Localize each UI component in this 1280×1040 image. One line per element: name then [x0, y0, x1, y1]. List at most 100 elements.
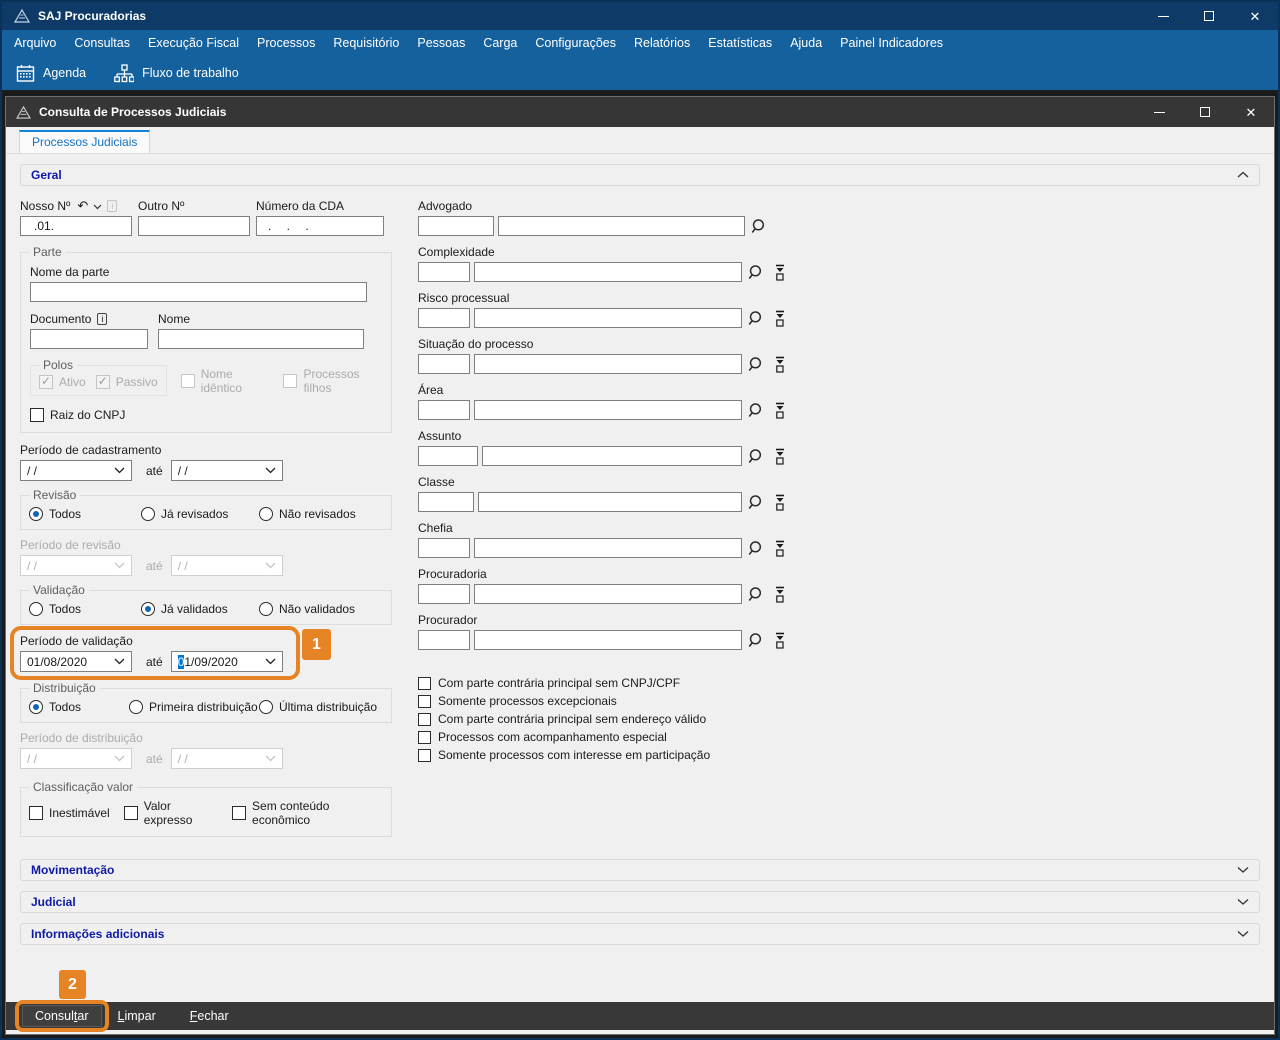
section-movimentacao-header[interactable]: Movimentação — [20, 859, 1260, 881]
nome-da-parte-input[interactable] — [30, 282, 367, 302]
assunto-code-input[interactable] — [418, 446, 478, 466]
raiz-cnpj-checkbox[interactable]: Raiz do CNPJ — [30, 408, 382, 422]
classe-code-input[interactable] — [418, 492, 474, 512]
sem-cnpj-cpf-checkbox-box[interactable] — [418, 677, 431, 690]
risco-code-input[interactable] — [418, 308, 470, 328]
pick-from-list-icon[interactable] — [770, 586, 790, 603]
menu-item-painel-indicadores[interactable]: Painel Indicadores — [831, 36, 952, 50]
menu-item-arquivo[interactable]: Arquivo — [5, 36, 65, 50]
sem-conteudo-economico-checkbox[interactable]: Sem conteúdo econômico — [232, 799, 383, 827]
validacao-nao-radio[interactable]: Não validados — [259, 602, 355, 616]
chevron-down-icon[interactable] — [93, 199, 102, 213]
consulta-minimize-button[interactable] — [1136, 97, 1182, 127]
menu-item-pessoas[interactable]: Pessoas — [408, 36, 474, 50]
situacao-code-input[interactable] — [418, 354, 470, 374]
menu-item-requisitorio[interactable]: Requisitório — [324, 36, 408, 50]
assunto-name-input[interactable] — [482, 446, 742, 466]
revisao-nao-radio[interactable]: Não revisados — [259, 507, 356, 521]
validacao-nao-radio-circle[interactable] — [259, 602, 273, 616]
menu-item-relatorios[interactable]: Relatórios — [625, 36, 699, 50]
classe-name-input[interactable] — [478, 492, 742, 512]
menu-item-configuracoes[interactable]: Configurações — [526, 36, 625, 50]
fluxo-trabalho-button[interactable]: Fluxo de trabalho — [114, 64, 239, 83]
distribuicao-ultima-radio[interactable]: Última distribuição — [259, 700, 377, 714]
processos-excepcionais-checkbox-box[interactable] — [418, 695, 431, 708]
validacao-todos-radio[interactable]: Todos — [29, 602, 141, 616]
menu-item-execucao-fiscal[interactable]: Execução Fiscal — [139, 36, 248, 50]
complexidade-name-input[interactable] — [474, 262, 742, 282]
interesse-participacao-checkbox-box[interactable] — [418, 749, 431, 762]
menu-item-processos[interactable]: Processos — [248, 36, 324, 50]
search-icon[interactable] — [746, 264, 766, 281]
numero-cda-input[interactable]: . . . — [256, 216, 384, 236]
situacao-name-input[interactable] — [474, 354, 742, 374]
acompanhamento-especial-checkbox[interactable]: Processos com acompanhamento especial — [418, 730, 790, 744]
search-icon[interactable] — [746, 310, 766, 327]
distribuicao-todos-radio[interactable]: Todos — [29, 700, 129, 714]
search-icon[interactable] — [746, 632, 766, 649]
pick-from-list-icon[interactable] — [770, 356, 790, 373]
chevron-up-icon[interactable] — [1237, 171, 1249, 179]
tab-processos-judiciais[interactable]: Processos Judiciais — [19, 130, 150, 153]
validacao-ja-radio[interactable]: Já validados — [141, 602, 259, 616]
chevron-down-icon[interactable] — [1237, 866, 1249, 874]
sem-endereco-valido-checkbox[interactable]: Com parte contrária principal sem endere… — [418, 712, 790, 726]
procuradoria-name-input[interactable] — [474, 584, 742, 604]
revisao-nao-radio-circle[interactable] — [259, 507, 273, 521]
menu-item-ajuda[interactable]: Ajuda — [781, 36, 831, 50]
interesse-participacao-checkbox[interactable]: Somente processos com interesse em parti… — [418, 748, 790, 762]
acompanhamento-especial-checkbox-box[interactable] — [418, 731, 431, 744]
limpar-button[interactable]: Limpar — [106, 1006, 168, 1026]
area-name-input[interactable] — [474, 400, 742, 420]
distribuicao-primeira-radio-circle[interactable] — [129, 700, 143, 714]
valor-expresso-checkbox[interactable]: Valor expresso — [124, 799, 218, 827]
risco-name-input[interactable] — [474, 308, 742, 328]
inestimavel-checkbox-box[interactable] — [29, 806, 43, 820]
pick-from-list-icon[interactable] — [770, 402, 790, 419]
consulta-maximize-button[interactable] — [1182, 97, 1228, 127]
procurador-name-input[interactable] — [474, 630, 742, 650]
advogado-name-input[interactable] — [498, 216, 745, 236]
outro-no-input[interactable] — [138, 216, 250, 236]
menu-item-estatisticas[interactable]: Estatísticas — [699, 36, 781, 50]
menu-item-consultas[interactable]: Consultas — [65, 36, 139, 50]
processos-excepcionais-checkbox[interactable]: Somente processos excepcionais — [418, 694, 790, 708]
distribuicao-primeira-radio[interactable]: Primeira distribuição — [129, 700, 259, 714]
inestimavel-checkbox[interactable]: Inestimável — [29, 799, 110, 827]
fechar-button[interactable]: Fechar — [178, 1006, 241, 1026]
validacao-todos-radio-circle[interactable] — [29, 602, 43, 616]
section-informacoes-adicionais-header[interactable]: Informações adicionais — [20, 923, 1260, 945]
section-judicial-header[interactable]: Judicial — [20, 891, 1260, 913]
section-geral-header[interactable]: Geral — [20, 164, 1260, 186]
validacao-ja-radio-circle[interactable] — [141, 602, 155, 616]
advogado-code-input[interactable] — [418, 216, 494, 236]
pick-from-list-icon[interactable] — [770, 540, 790, 557]
menu-item-carga[interactable]: Carga — [474, 36, 526, 50]
area-code-input[interactable] — [418, 400, 470, 420]
app-maximize-button[interactable] — [1186, 2, 1232, 30]
search-icon[interactable] — [746, 586, 766, 603]
distribuicao-ultima-radio-circle[interactable] — [259, 700, 273, 714]
pick-from-list-icon[interactable] — [770, 264, 790, 281]
periodo-validacao-from[interactable]: 01/08/2020 — [20, 651, 132, 672]
consultar-button[interactable]: 2 Consultar — [22, 1005, 102, 1027]
pick-from-list-icon[interactable] — [770, 448, 790, 465]
search-icon[interactable] — [746, 494, 766, 511]
search-icon[interactable] — [746, 540, 766, 557]
documento-input[interactable] — [30, 329, 148, 349]
consulta-close-button[interactable]: ✕ — [1228, 97, 1274, 127]
periodo-validacao-to[interactable]: 01/09/2020 — [171, 651, 283, 672]
procurador-code-input[interactable] — [418, 630, 470, 650]
search-icon[interactable] — [746, 448, 766, 465]
sem-endereco-valido-checkbox-box[interactable] — [418, 713, 431, 726]
distribuicao-todos-radio-circle[interactable] — [29, 700, 43, 714]
valor-expresso-checkbox-box[interactable] — [124, 806, 138, 820]
raiz-cnpj-checkbox-box[interactable] — [30, 408, 44, 422]
chefia-name-input[interactable] — [474, 538, 742, 558]
periodo-cadastramento-from[interactable]: / / — [20, 460, 132, 481]
revisao-todos-radio[interactable]: Todos — [29, 507, 141, 521]
pick-from-list-icon[interactable] — [770, 494, 790, 511]
complexidade-code-input[interactable] — [418, 262, 470, 282]
search-icon[interactable] — [749, 218, 769, 235]
agenda-button[interactable]: Agenda — [16, 64, 86, 83]
